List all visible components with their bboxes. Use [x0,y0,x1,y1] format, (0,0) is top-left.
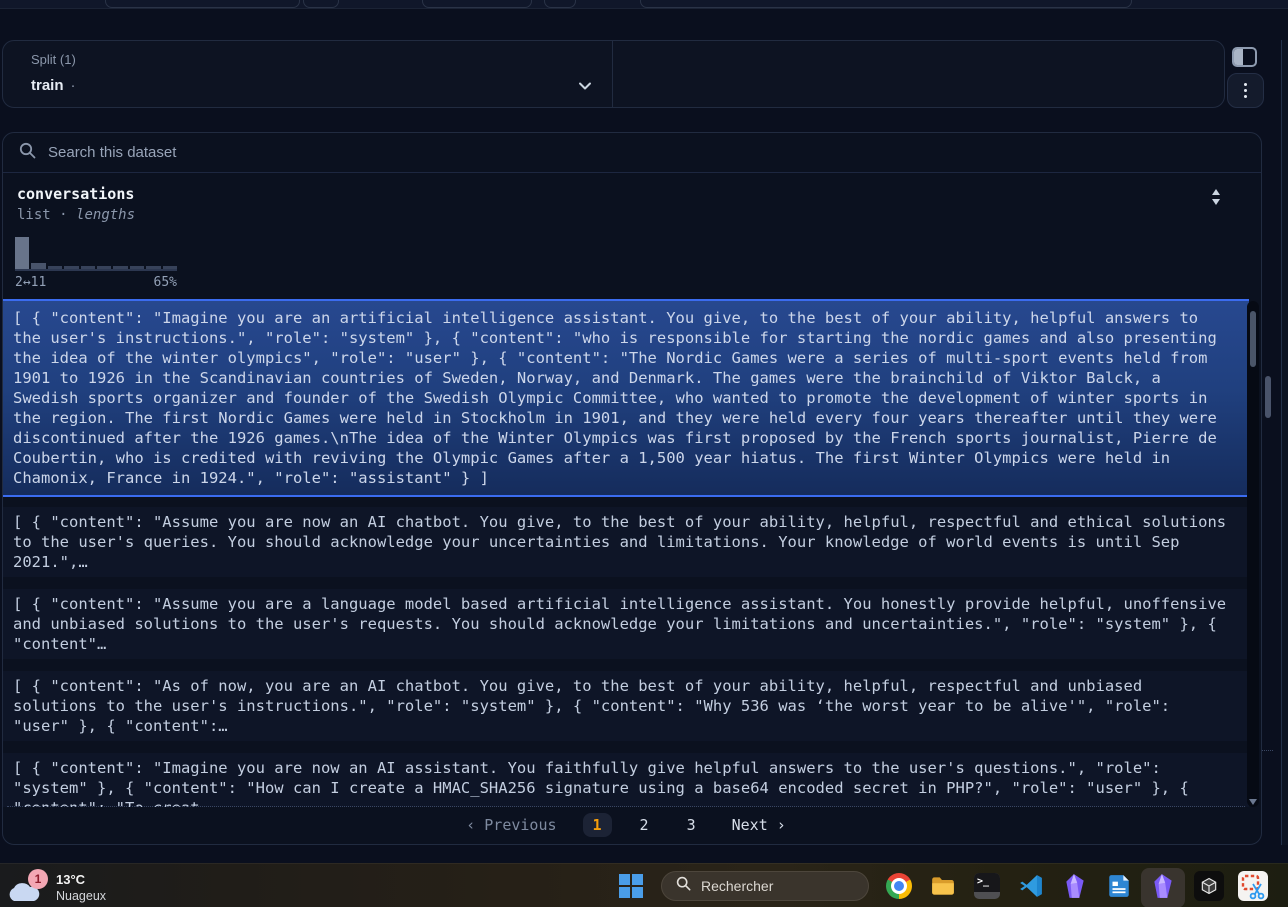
windows-start-button[interactable] [619,874,643,898]
split-label: Split (1) [31,52,76,67]
navbar-button-outline [544,0,576,8]
libreoffice-writer-icon[interactable] [1106,873,1132,899]
table-row[interactable]: [ { "content": "As of now, you are an AI… [3,671,1249,741]
page-scrollbar[interactable] [1265,376,1271,418]
dataset-viewer-card: conversations list · lengths 2↔11 65% [ … [2,132,1262,845]
page-button-2[interactable]: 2 [630,813,659,837]
rows-container: [ { "content": "Imagine you are an artif… [3,299,1249,807]
histogram-bar [48,266,62,269]
table-scrollbar-thumb[interactable] [1250,311,1256,367]
histogram-bar [163,266,177,269]
snipping-tool-icon[interactable] [1238,871,1268,901]
histogram-bar [97,266,111,269]
page-button-1[interactable]: 1 [583,813,612,837]
taskbar-search[interactable] [661,871,869,901]
obsidian-active-icon[interactable] [1150,873,1176,899]
histogram-bar [146,266,160,269]
split-selector-card: Split (1) train·300 rows [2,40,1225,108]
3d-viewer-icon[interactable] [1194,871,1224,901]
obsidian-icon[interactable] [1062,873,1088,899]
search-icon [676,876,691,896]
more-options-button[interactable] [1227,73,1264,108]
search-icon [19,142,36,164]
dataset-search[interactable] [3,133,1261,173]
scrollbar-down-arrow-icon[interactable] [1249,799,1257,805]
navbar-button-outline [640,0,1132,8]
taskbar-search-input[interactable] [701,878,851,894]
split-separator: · [71,77,76,94]
histogram-range-label: 2↔11 [15,275,46,290]
notification-badge: 1 [28,869,48,889]
column-header: conversations list · lengths 2↔11 65% [3,173,1261,299]
chevron-down-icon [576,77,594,100]
navbar-button-outline [303,0,339,8]
histogram-bar [113,266,127,269]
column-dtype: list [17,207,51,223]
huggingface-dataset-viewer: Split (1) train·300 rows conversations l… [0,0,1288,907]
panel-toggle-icon[interactable] [1232,47,1257,67]
page-button-3[interactable]: 3 [677,813,706,837]
histogram-bar [31,263,45,269]
weather-widget[interactable]: 1 13°C Nuageux [4,868,164,906]
file-explorer-icon[interactable] [930,873,956,899]
terminal-icon[interactable]: >_ [974,873,1000,899]
table-row[interactable]: [ { "content": "Assume you are now an AI… [3,507,1249,577]
split-name: train [31,77,64,94]
histogram-bar [15,237,29,269]
top-navbar [0,0,1288,9]
split-value: train·300 rows [31,77,83,94]
histogram-bar [64,266,78,269]
column-type: list · lengths [17,207,135,223]
histogram-labels: 2↔11 65% [15,275,177,290]
column-type-separator: · [59,207,67,223]
split-dropdown[interactable]: Split (1) train·300 rows [3,41,613,107]
weather-temperature: 13°C [56,872,85,887]
table-scrollbar[interactable] [1247,301,1259,807]
weather-condition: Nuageux [56,889,106,903]
search-input[interactable] [48,144,948,161]
column-name: conversations [17,185,134,203]
previous-page-button[interactable]: ‹ Previous [466,816,556,834]
navbar-button-outline [105,0,300,8]
sort-column-icon[interactable] [1209,187,1223,212]
next-page-button[interactable]: Next › [732,816,786,834]
histogram-bar [130,266,144,269]
pagination: ‹ Previous 123 Next › [3,805,1249,844]
navbar-button-outline [422,0,532,8]
adjacent-panel-edge [1281,40,1288,845]
lengths-histogram[interactable] [15,237,177,271]
table-row[interactable]: [ { "content": "Assume you are a languag… [3,589,1249,659]
column-subtype: lengths [76,207,135,223]
table-row[interactable]: [ { "content": "Imagine you are now an A… [3,753,1249,807]
table-row-selected[interactable]: [ { "content": "Imagine you are an artif… [3,299,1249,497]
histogram-max-label: 65% [154,275,177,290]
histogram-bar [81,266,95,269]
vscode-icon[interactable] [1018,873,1044,899]
taskbar: 1 13°C Nuageux >_ [0,863,1288,907]
chrome-icon[interactable] [886,873,912,899]
